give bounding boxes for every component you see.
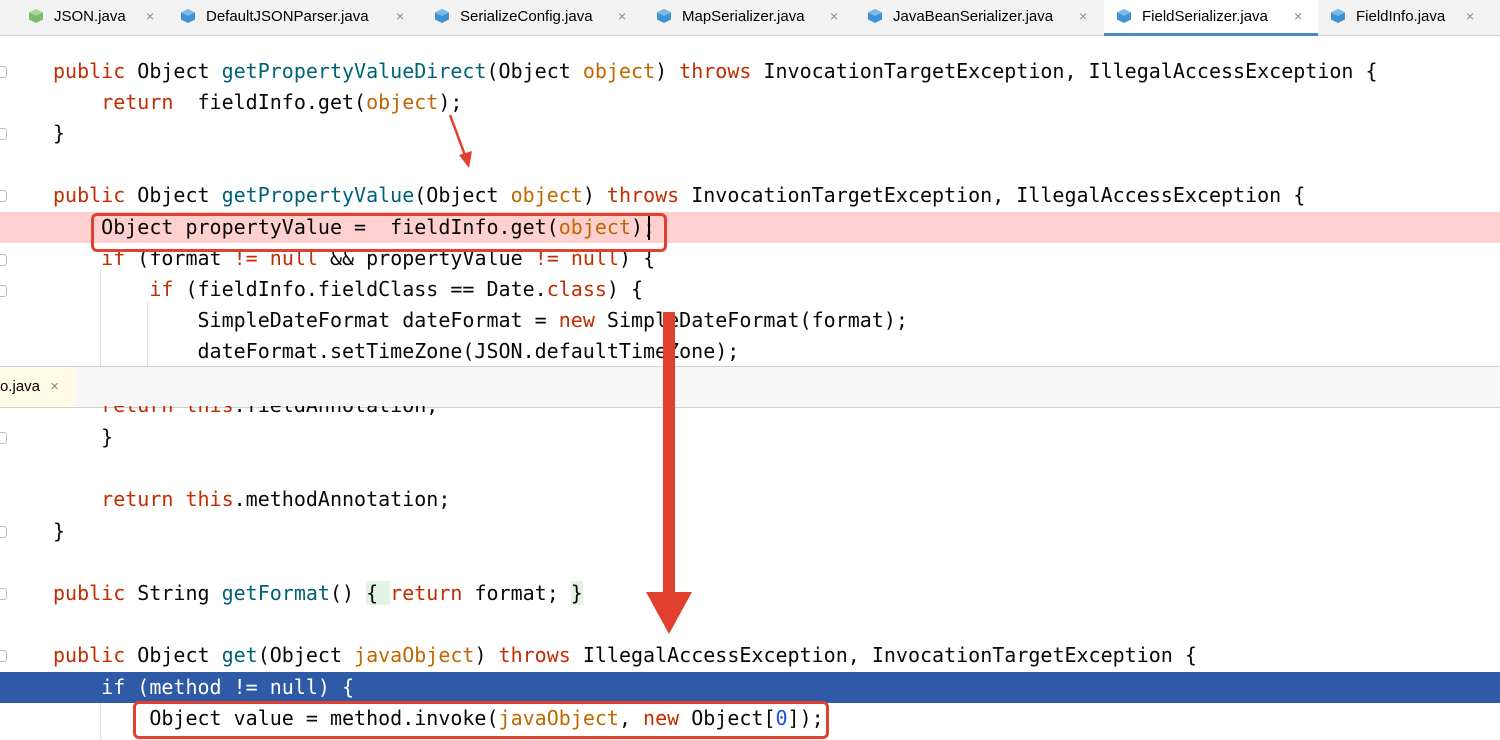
close-tab-icon[interactable]: × <box>830 0 838 33</box>
close-tab-icon[interactable]: × <box>618 0 626 33</box>
close-tab-icon[interactable]: × <box>146 0 154 33</box>
java-class-icon <box>1117 9 1131 23</box>
tab-fieldinfo-java[interactable]: FieldInfo.java × <box>1330 0 1500 35</box>
java-class-icon <box>29 9 43 23</box>
close-tab-icon[interactable]: × <box>1294 0 1302 33</box>
java-class-icon <box>868 9 882 23</box>
annotation-box-method-invoke <box>133 701 829 739</box>
tab-fieldserializer-java[interactable]: FieldSerializer.java × <box>1104 0 1318 36</box>
code-line: public Object getPropertyValueDirect(Obj… <box>53 59 1378 83</box>
tab-label: JSON.java <box>54 8 126 25</box>
code-line: } <box>53 425 114 449</box>
tab-label: FieldInfo.java <box>1356 8 1446 25</box>
code-line: return this.methodAnnotation; <box>101 487 451 511</box>
code-line: dateFormat.setTimeZone(JSON.defaultTimeZ… <box>53 339 740 363</box>
code-line: public Object get(Object javaObject) thr… <box>53 643 1197 667</box>
tab-label: DefaultJSONParser.java <box>206 8 369 25</box>
tab-serializeconfig-java[interactable]: SerializeConfig.java × <box>434 0 644 35</box>
code-line: return this.fieldAnnotation; <box>0 406 1500 422</box>
tab-label: o.java <box>0 378 41 395</box>
code-line: public String getFormat() { return forma… <box>53 581 583 605</box>
tab-mapserializer-java[interactable]: MapSerializer.java × <box>656 0 856 35</box>
editor-tab-bar: JSON.java × DefaultJSONParser.java × Ser… <box>0 0 1500 36</box>
code-line: } <box>53 519 66 543</box>
tab-label: MapSerializer.java <box>682 8 805 25</box>
close-tab-icon[interactable]: × <box>396 0 404 33</box>
java-class-icon <box>181 9 195 23</box>
close-tab-icon[interactable]: × <box>50 378 59 395</box>
close-tab-icon[interactable]: × <box>1079 0 1087 33</box>
close-tab-icon[interactable]: × <box>1466 0 1474 33</box>
tab-json-java[interactable]: JSON.java × <box>28 0 178 35</box>
tab-label: FieldSerializer.java <box>1142 8 1268 25</box>
active-tab-indicator <box>1104 33 1318 36</box>
code-line: public Object getPropertyValue(Object ob… <box>53 183 1306 207</box>
java-class-icon <box>1331 9 1345 23</box>
code-line: SimpleDateFormat dateFormat = new Simple… <box>53 308 908 332</box>
annotation-box-property-value <box>91 213 667 252</box>
code-line: } <box>53 121 66 145</box>
java-class-icon <box>657 9 671 23</box>
code-line: return fieldInfo.get(object); <box>53 90 463 114</box>
tab-label: JavaBeanSerializer.java <box>893 8 1054 25</box>
tab-fieldinfo-java-split[interactable]: o.java × <box>0 367 76 407</box>
code-line: if (fieldInfo.fieldClass == Date.class) … <box>149 277 644 301</box>
tab-defaultjsonparser-java[interactable]: DefaultJSONParser.java × <box>180 0 420 35</box>
current-execution-line[interactable]: if (method != null) { <box>0 672 1500 703</box>
java-class-icon <box>435 9 449 23</box>
split-editor-tab-bar: o.java × <box>0 366 1500 408</box>
tab-javabeanserializer-java[interactable]: JavaBeanSerializer.java × <box>867 0 1097 35</box>
tab-label: SerializeConfig.java <box>460 8 593 25</box>
